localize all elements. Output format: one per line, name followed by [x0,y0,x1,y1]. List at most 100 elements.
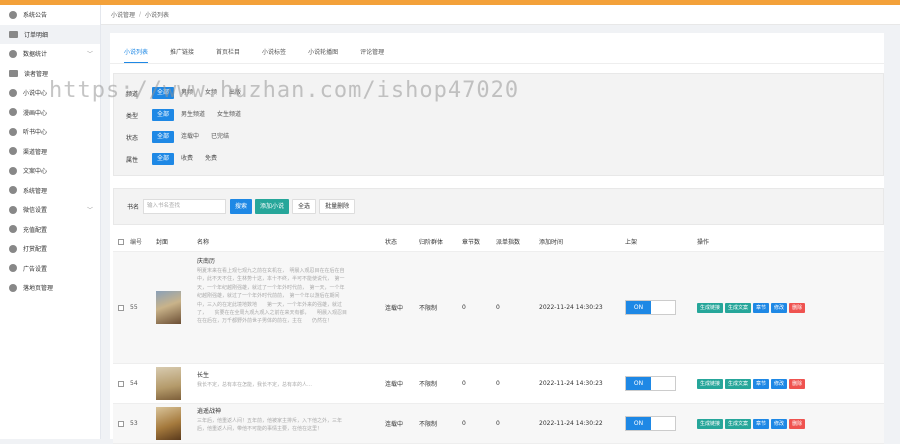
sidebar-item-label: 充值配置 [23,226,48,234]
search-input[interactable]: 输入书名查找 [143,199,227,214]
cell-group: 不限制 [419,381,438,388]
filter-option[interactable]: 连载中 [176,131,204,143]
sidebar-item-label: 数据统计 [23,51,48,59]
sidebar-item-copywriting[interactable]: 文案中心 [0,161,100,181]
filter-option[interactable]: 女生频道 [212,109,246,121]
header-chapters: 章节数 [462,239,481,246]
sidebar-item-comics[interactable]: 漫画中心 [0,103,100,123]
generate-link-button[interactable]: 生成链接 [697,418,724,429]
cell-status: 连载中 [385,305,404,312]
sidebar-item-readers[interactable]: 读者管理 [0,64,100,84]
cell-chapters: 0 [462,380,466,387]
book-title: 庆南历 [197,258,216,265]
delete-button[interactable]: 删除 [789,418,806,429]
sidebar-item-novels[interactable]: 小说中心 [0,83,100,103]
book-description: 三年后，他重返人间！五年前，他被家主排斥，入下他之外，三年后，他重返人间，带他不… [197,417,343,432]
book-title: 长生 [197,371,210,379]
cell-group: 不限制 [419,305,438,312]
search-button[interactable]: 搜索 [230,199,253,214]
novel-table: 编号 封面 名称 状态 归阶群体 章节数 派单指数 添加时间 上架 操作 55 … [113,232,884,444]
filter-option[interactable]: 免费 [200,153,222,165]
sidebar-item-wechat[interactable]: 微信设置 ﹀ [0,200,100,220]
edit-button[interactable]: 修改 [771,378,788,389]
filter-row-type: 类型 全部 男生频道 女生频道 [126,109,248,121]
tab-carousel[interactable]: 小说轮播图 [308,43,338,63]
breadcrumb-current: 小说列表 [145,12,170,19]
cell-subs: 0 [496,304,500,311]
filter-option[interactable]: 女频 [200,87,222,99]
filter-option[interactable]: 男生频道 [176,109,210,121]
generate-copy-button[interactable]: 生成文案 [725,418,752,429]
shelf-toggle[interactable]: ON [625,416,676,431]
filter-option[interactable]: 全部 [152,109,175,121]
filter-option[interactable]: 全部 [152,131,175,143]
filter-row-status: 状态 全部 连载中 已完结 [126,131,236,143]
delete-button[interactable]: 删除 [789,378,806,389]
header-group: 归阶群体 [419,239,444,246]
cell-status: 连载中 [385,381,404,388]
sidebar-item-orders[interactable]: 订单明细 [0,24,100,44]
search-toolbar: 书名 输入书名查找 搜索 添加小说 全选 批量删除 [113,188,884,225]
delete-button[interactable]: 删除 [789,302,806,313]
sidebar-item-system[interactable]: 系统管理 [0,181,100,201]
shelf-toggle[interactable]: ON [625,300,676,315]
tab-novel-list[interactable]: 小说列表 [124,43,149,63]
sidebar-item-reward[interactable]: 打赏配置 [0,239,100,259]
filter-option[interactable]: 全部 [152,87,175,99]
order-icon [9,30,18,38]
row-checkbox[interactable] [118,420,124,427]
shelf-toggle[interactable]: ON [625,376,676,391]
sidebar-item-ads[interactable]: 广告设置 [0,259,100,279]
chevron-down-icon: ﹀ [86,51,93,59]
filter-row-channel: 频道 全部 男频 女频 出版 [126,87,248,99]
select-all-checkbox[interactable] [118,238,124,245]
filter-row-attribute: 属性 全部 收费 免费 [126,153,224,165]
sidebar-item-channels[interactable]: 渠道管理 [0,142,100,162]
sidebar-item-label: 广告设置 [23,265,48,273]
filter-option[interactable]: 全部 [152,153,175,165]
filter-option[interactable]: 收费 [176,153,198,165]
filter-label: 属性 [126,156,139,164]
sidebar-item-statistics[interactable]: 数据统计 ﹀ [0,44,100,64]
breadcrumb-separator: / [139,11,142,18]
reward-icon [9,244,17,253]
tab-novel-tags[interactable]: 小说标签 [262,43,286,63]
add-novel-button[interactable]: 添加小说 [255,199,290,214]
select-all-button[interactable]: 全选 [292,199,317,214]
cell-no: 55 [130,304,138,311]
chapters-button[interactable]: 章节 [753,378,770,389]
cell-name: 逍遥战神 三年后，他重返人间！五年前，他被家主排斥，入下他之外，三年后，他重返人… [197,406,385,442]
tab-promo-links[interactable]: 推广链接 [170,43,194,63]
batch-delete-button[interactable]: 批量删除 [319,199,356,214]
row-actions: 生成链接 生成文案 章节 修改 删除 [697,418,877,429]
landing-icon [9,283,17,292]
generate-copy-button[interactable]: 生成文案 [725,302,752,313]
chapters-button[interactable]: 章节 [753,418,770,429]
tab-home-columns[interactable]: 首页栏目 [216,43,240,63]
cell-time: 2022-11-24 14:30:23 [539,304,603,311]
filter-option[interactable]: 男频 [176,87,198,99]
row-checkbox[interactable] [118,380,124,387]
filter-option[interactable]: 出版 [224,87,246,99]
tab-comments[interactable]: 评论管理 [360,43,384,63]
sidebar-item-announcements[interactable]: 系统公告 [0,5,100,25]
sidebar-item-recharge[interactable]: 充值配置 [0,220,100,240]
breadcrumb-parent[interactable]: 小说管理 [111,10,135,19]
generate-link-button[interactable]: 生成链接 [697,302,724,313]
row-actions: 生成链接 生成文案 章节 修改 删除 [697,378,877,389]
generate-copy-button[interactable]: 生成文案 [725,378,752,389]
row-checkbox[interactable] [118,304,124,311]
header-time: 添加时间 [539,239,564,246]
sidebar-item-label: 读者管理 [24,70,49,78]
edit-button[interactable]: 修改 [771,418,788,429]
generate-link-button[interactable]: 生成链接 [697,378,724,389]
audio-icon [9,127,17,136]
filter-option[interactable]: 已完结 [206,131,234,143]
edit-button[interactable]: 修改 [771,302,788,313]
tab-divider [110,63,884,64]
chapters-button[interactable]: 章节 [753,302,770,313]
sidebar-item-landing[interactable]: 落地页管理 [0,278,100,298]
sidebar-item-audiobooks[interactable]: 听书中心 [0,122,100,142]
toggle-on-label: ON [626,377,651,390]
row-actions: 生成链接 生成文案 章节 修改 删除 [697,302,877,313]
